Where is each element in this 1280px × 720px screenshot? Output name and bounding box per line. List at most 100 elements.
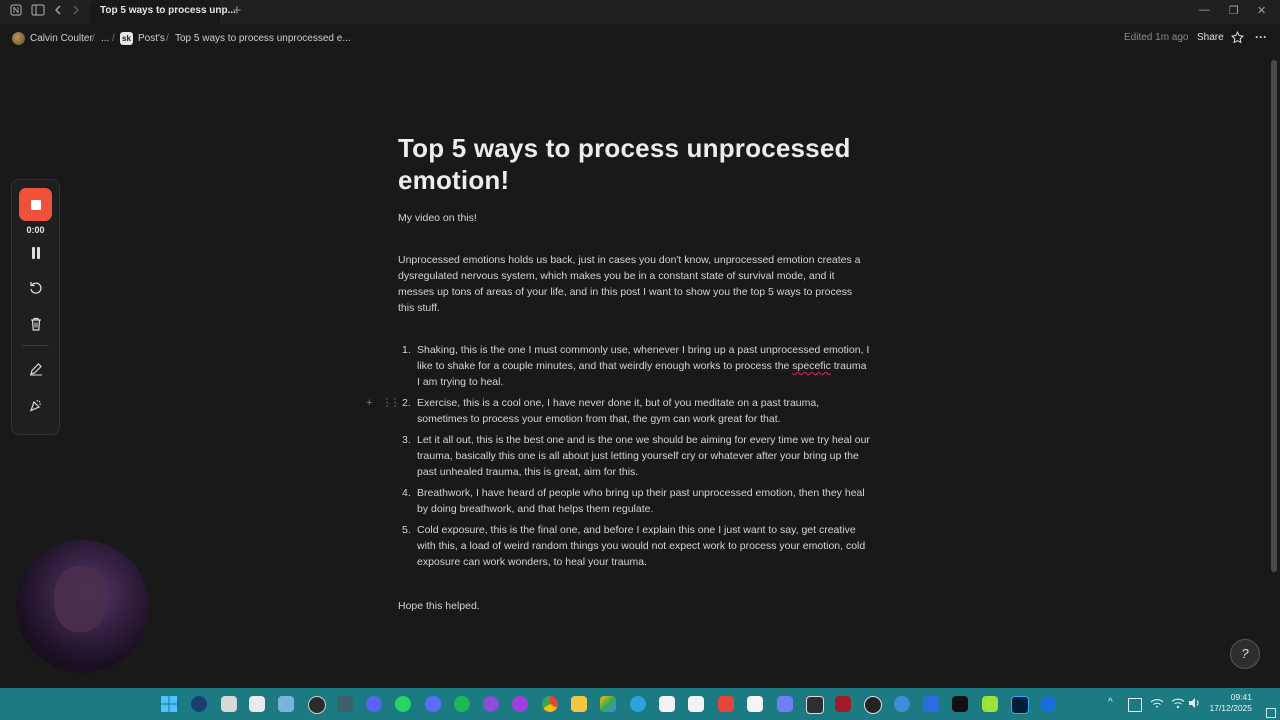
app-icon[interactable] [864,696,882,714]
back-arrow-icon[interactable] [50,4,66,20]
start-menu-icon[interactable] [160,695,178,713]
discord-icon[interactable] [366,696,382,712]
breadcrumb-ellipsis[interactable]: ... [101,33,109,44]
list-item[interactable]: 3. Let it all out, this is the best one a… [398,432,870,480]
telegram-icon[interactable] [630,696,646,712]
list-item-text: Breathwork, I have heard of people who b… [417,487,865,515]
stop-recording-button[interactable] [19,188,52,221]
chrome-icon[interactable] [542,696,558,712]
app-icon[interactable] [308,696,326,714]
pen-icon[interactable] [12,362,59,379]
more-options-button[interactable]: ··· [1255,30,1267,44]
help-button[interactable]: ? [1230,639,1260,669]
trash-icon[interactable] [12,317,59,334]
breadcrumb-current[interactable]: Top 5 ways to process unprocessed e... [175,33,351,44]
recorder-panel: 0:00 [11,179,60,435]
minimize-button[interactable]: — [1199,4,1210,16]
workspace-avatar[interactable] [12,32,25,45]
intro-paragraph[interactable]: Unprocessed emotions holds us back, just… [398,252,866,316]
app-icon[interactable] [835,696,851,712]
app-icon[interactable] [1040,696,1056,712]
app-icon[interactable] [8,4,24,20]
tray-chevron-icon[interactable]: ^ [1108,697,1113,708]
document-body: Top 5 ways to process unprocessed emotio… [398,132,870,612]
app-icon[interactable] [777,696,793,712]
list-number: 3. [402,434,411,446]
forward-arrow-icon[interactable] [68,4,84,20]
list-item-text: Exercise, this is a cool one, I have nev… [417,397,820,425]
app-icon[interactable] [337,696,353,712]
app-icon[interactable] [249,696,265,712]
list-item-text: Cold exposure, this is the final one, an… [417,524,866,568]
drag-handle-icon[interactable]: ⋮⋮ [382,397,401,409]
list-item[interactable]: 1. Shaking, this is the one I must common… [398,342,870,390]
webcam-bubble[interactable] [16,540,149,673]
restart-icon[interactable] [12,281,59,298]
tray-app-icon[interactable] [1128,698,1142,712]
restore-button[interactable]: ❐ [1229,4,1239,17]
close-button[interactable]: ✕ [1257,4,1266,17]
list-item[interactable]: 2. Exercise, this is a cool one, I have n… [398,395,870,427]
clock-time: 09:41 [1230,692,1252,702]
webcam-face [54,566,106,632]
app-icon[interactable] [512,696,528,712]
breadcrumb-separator: / [166,33,169,44]
sidebar-toggle-icon[interactable] [30,4,46,20]
app-icon[interactable] [425,696,441,712]
numbered-list: 1. Shaking, this is the one I must common… [398,342,870,575]
photoshop-icon[interactable] [1011,696,1029,714]
drive-icon[interactable] [600,696,616,712]
app-icon[interactable] [806,696,824,714]
list-item[interactable]: 5. Cold exposure, this is the final one, … [398,522,870,570]
spotify-icon[interactable] [454,696,470,712]
add-block-button[interactable]: + [366,397,372,409]
recording-timer: 0:00 [26,225,45,235]
app-icon[interactable] [923,696,939,712]
page-title[interactable]: Top 5 ways to process unprocessed emotio… [398,132,870,196]
settings-gear-icon[interactable] [894,696,910,712]
breadcrumb-separator: / [112,33,115,44]
taskbar-clock[interactable]: 09:41 17/12/2025 [1206,692,1252,714]
whatsapp-icon[interactable] [395,696,411,712]
app-icon[interactable] [483,696,499,712]
breadcrumb-separator: / [92,33,95,44]
app-icon[interactable] [659,696,675,712]
app-icon[interactable] [718,696,734,712]
notification-icon[interactable] [1266,708,1276,718]
list-item-text: Let it all out, this is the best one and… [417,434,870,478]
notion-icon[interactable] [747,696,763,712]
volume-icon[interactable] [1188,697,1202,712]
stop-icon [31,200,41,210]
pause-icon[interactable] [12,246,59,263]
task-view-icon[interactable] [221,696,237,712]
recorder-divider [22,345,49,346]
app-icon[interactable] [982,696,998,712]
page-icon: sk [120,32,133,45]
app-icon[interactable] [278,696,294,712]
search-icon[interactable] [191,696,207,712]
wifi-icon[interactable] [1171,697,1185,712]
list-number: 5. [402,524,411,536]
breadcrumb-workspace[interactable]: Calvin Coulter [30,33,93,44]
star-icon[interactable] [1231,30,1244,47]
tab-active[interactable]: Top 5 ways to process unp... [90,0,236,24]
misspelled-word[interactable]: specefic [792,360,831,372]
video-line[interactable]: My video on this! [398,210,477,226]
edited-status: Edited 1m ago [1124,32,1189,43]
closing-paragraph[interactable]: Hope this helped. [398,598,480,614]
breadcrumb-parent[interactable]: Post's [138,33,165,44]
network-icon[interactable] [1150,697,1164,712]
app-icon[interactable] [688,696,704,712]
new-tab-button[interactable]: + [229,3,245,19]
page-scrollbar[interactable] [1271,60,1277,572]
tab-title: Top 5 ways to process unp... [100,5,236,16]
list-number: 2. [402,397,411,409]
capcut-icon[interactable] [952,696,968,712]
clock-date: 17/12/2025 [1209,703,1252,713]
share-button[interactable]: Share [1197,32,1224,43]
confetti-icon[interactable] [12,398,59,415]
list-number: 1. [402,344,411,356]
list-number: 4. [402,487,411,499]
file-explorer-icon[interactable] [571,696,587,712]
list-item[interactable]: 4. Breathwork, I have heard of people who… [398,485,870,517]
